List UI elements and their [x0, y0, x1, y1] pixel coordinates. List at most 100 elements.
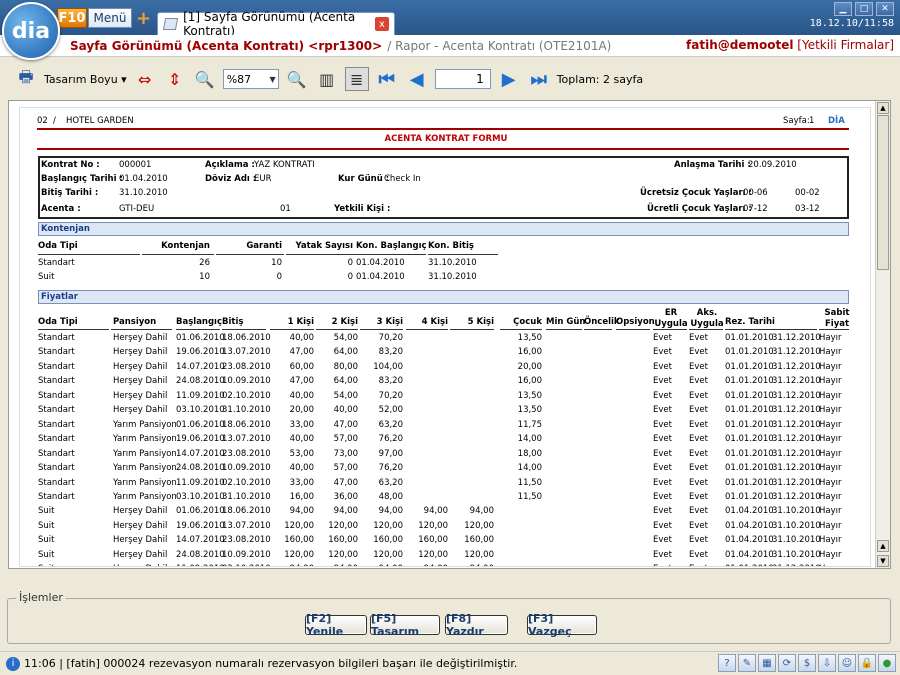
single-page-icon[interactable]: ▥ — [315, 67, 339, 91]
help-icon[interactable]: ? — [718, 654, 736, 672]
online-status-icon[interactable]: ● — [878, 654, 896, 672]
dia-logo[interactable]: dia — [2, 2, 60, 60]
kontenjan-cell: 0 — [347, 272, 353, 282]
fiyatlar-cell: 40,00 — [289, 434, 314, 445]
ucretli-label: Ücretli Çocuk Yaşları : — [647, 204, 752, 214]
table-rule — [500, 329, 542, 330]
anlasma-label: Anlaşma Tarihi : — [674, 160, 751, 170]
status-bar: i 11:06 | [fatih] 000024 rezevasyon numa… — [0, 651, 900, 675]
fiyatlar-cell: 11,75 — [517, 419, 542, 430]
tools-icon[interactable]: ✎ — [738, 654, 756, 672]
zoom-in-icon[interactable]: 🔍 — [285, 67, 309, 91]
continuous-page-icon[interactable]: ≣ — [344, 67, 369, 91]
fiyatlar-cell: 03.10.2010 — [176, 491, 225, 502]
new-tab-plus-icon[interactable]: + — [136, 8, 151, 29]
table-rule — [356, 254, 426, 255]
page-number-input[interactable]: 1 — [434, 69, 491, 89]
tab-close-icon[interactable]: x — [375, 17, 389, 31]
lock-icon[interactable]: 🔒 — [858, 654, 876, 672]
prev-page-icon[interactable]: ◀ — [405, 67, 429, 91]
fiyatlar-cell: 94,00 — [450, 564, 494, 566]
fiyatlar-cell: 94,00 — [316, 564, 358, 566]
fiyatlar-cell: 31.10.2010 — [772, 506, 821, 517]
table-rule — [316, 329, 358, 330]
refresh-button[interactable]: [F2] Yenile — [305, 612, 367, 638]
design-button[interactable]: [F5] Tasarım — [370, 612, 440, 638]
close-window-icon[interactable]: ✕ — [876, 2, 894, 16]
fiyatlar-cell: 19.06.2010 — [176, 434, 225, 445]
fiyatlar-cell: 94,00 — [333, 506, 358, 517]
fiyatlar-cell: 48,00 — [378, 491, 403, 502]
fiyatlar-cell: Herşey Dahil — [113, 549, 168, 560]
fiyatlar-cell: 120,00 — [373, 549, 403, 560]
fiyatlar-cell: Yarım Pansiyon — [113, 477, 177, 488]
fiyatlar-cell: Standart — [38, 477, 75, 488]
fiyatlar-cell: Evet — [653, 333, 672, 343]
fiyatlar-cell: Evet — [653, 347, 672, 358]
fiyatlar-cell: Herşey Dahil — [113, 376, 168, 387]
print-button[interactable]: [F8] Yazdır — [445, 612, 508, 638]
fiyatlar-cell: 31.12.2010 — [772, 333, 821, 343]
fiyatlar-cell: 40,00 — [289, 463, 314, 474]
design-size-dropdown[interactable]: Tasarım Boyu ▾ — [44, 66, 127, 92]
fiyatlar-cell: Standart — [38, 434, 75, 445]
scroll-up-icon[interactable]: ▲ — [877, 102, 889, 114]
kurgunu-label: Kur Günü : — [338, 174, 390, 184]
smiley-icon[interactable]: ☺ — [838, 654, 856, 672]
last-page-icon[interactable]: ⏭ — [527, 67, 551, 91]
fiyatlar-header: 2 Kişi — [331, 317, 358, 327]
fiyatlar-cell: 31.12.2010 — [772, 376, 821, 387]
fiyatlar-cell: Suit — [38, 506, 55, 517]
vertical-scrollbar[interactable]: ▲ ▲ ▼ — [875, 101, 890, 568]
sync-icon[interactable]: ⟳ — [778, 654, 796, 672]
fiyatlar-header: 3 Kişi — [376, 317, 403, 327]
first-page-icon[interactable]: ⏮ — [375, 67, 399, 91]
zoom-out-icon[interactable]: 🔍 — [193, 67, 217, 91]
fit-height-icon[interactable]: ⇕ — [163, 67, 187, 91]
currency-icon[interactable]: $ — [798, 654, 816, 672]
next-page-icon[interactable]: ▶ — [497, 67, 521, 91]
scroll-thumb[interactable] — [877, 115, 889, 270]
zoom-select[interactable]: %87 — [222, 69, 279, 89]
fiyatlar-cell: Herşey Dahil — [113, 390, 168, 401]
minimize-icon[interactable]: ▁ — [834, 2, 852, 16]
download-icon[interactable]: ⇩ — [818, 654, 836, 672]
fiyatlar-cell: 13.07.2010 — [222, 520, 271, 531]
fiyatlar-cell: Evet — [653, 491, 672, 502]
clock: 18.12.10/11:58 — [809, 18, 894, 29]
status-icons: ? ✎ ▦ ⟳ $ ⇩ ☺ 🔒 ● — [718, 654, 896, 672]
f10-button[interactable]: F10 — [57, 8, 87, 28]
print-icon[interactable]: 🖶 — [14, 67, 38, 91]
fiyatlar-cell: 57,00 — [333, 463, 358, 474]
ucretsiz-2: 00-02 — [795, 188, 820, 198]
fiyatlar-cell: Standart — [38, 419, 75, 430]
fiyatlar-cell: Standart — [38, 463, 75, 474]
tab-sayfa-gorunumu[interactable]: [1] Sayfa Görünümü (Acenta Kontratı) x — [157, 10, 395, 38]
fiyatlar-cell: Hayır — [819, 419, 842, 430]
acenta-no: 01 — [280, 204, 291, 214]
doviz: EUR — [254, 174, 272, 184]
authorized-firms-link[interactable]: [Yetkili Firmalar] — [797, 38, 894, 52]
anlasma: 20.09.2010 — [748, 160, 797, 170]
fit-width-icon[interactable]: ⇔ — [133, 67, 157, 91]
menu-button[interactable]: Menü — [88, 8, 132, 28]
fiyatlar-cell: Evet — [653, 376, 672, 387]
fiyatlar-cell: 94,00 — [469, 506, 494, 517]
fiyatlar-cell: 01.01.2010 — [725, 434, 774, 445]
fiyatlar-cell: 24.08.2010 — [176, 376, 225, 387]
maximize-icon[interactable]: □ — [855, 2, 873, 16]
fiyatlar-cell: 120,00 — [284, 520, 314, 531]
fiyatlar-cell: Suit — [38, 535, 55, 546]
calculator-icon[interactable]: ▦ — [758, 654, 776, 672]
fiyatlar-cell: 13,50 — [517, 390, 542, 401]
scroll-bottom-icon[interactable]: ▼ — [877, 555, 889, 567]
fiyatlar-cell: Herşey Dahil — [113, 347, 168, 358]
scroll-down-icon[interactable]: ▲ — [877, 540, 889, 552]
fiyatlar-cell: 01.04.2010 — [725, 549, 774, 560]
table-rule — [38, 329, 109, 330]
ucretsiz-label: Ücretsiz Çocuk Yaşları : — [640, 188, 752, 198]
cancel-button[interactable]: [F3] Vazgeç — [527, 612, 597, 638]
status-text: 11:06 | [fatih] 000024 rezevasyon numara… — [24, 657, 518, 670]
fiyatlar-cell: Suit — [38, 520, 55, 531]
fiyatlar-cell: Evet — [653, 506, 672, 517]
